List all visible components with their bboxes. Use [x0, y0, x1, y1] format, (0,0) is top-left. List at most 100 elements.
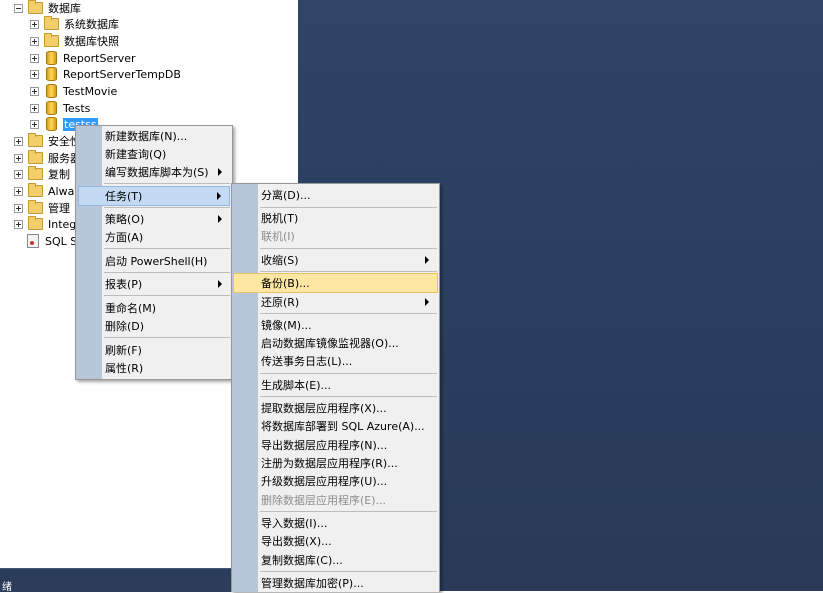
tree-node-integration-services[interactable]: Integr	[14, 216, 81, 232]
menu-item-register-data-tier-application[interactable]: 注册为数据层应用程序(R)...	[234, 454, 437, 472]
menu-item-label: 复制数据库(C)...	[261, 554, 343, 567]
tree-node-server-objects[interactable]: 服务器	[14, 150, 81, 166]
menu-item-label: 新建数据库(N)...	[105, 130, 188, 143]
menu-item-properties[interactable]: 属性(R)	[78, 359, 230, 377]
menu-item-extract-data-tier-application[interactable]: 提取数据层应用程序(X)...	[234, 399, 437, 417]
menu-item-label: 任务(T)	[105, 190, 143, 203]
menu-item-label: 将数据库部署到 SQL Azure(A)...	[261, 420, 425, 433]
menu-item-take-offline[interactable]: 脱机(T)	[234, 209, 437, 227]
menu-item-label: 备份(B)...	[261, 277, 310, 290]
menu-item-label: 导入数据(I)...	[261, 517, 328, 530]
menu-item-new-database[interactable]: 新建数据库(N)...	[78, 127, 230, 145]
menu-separator	[104, 248, 230, 249]
menu-separator	[260, 396, 437, 397]
menu-item-manage-database-encryption[interactable]: 管理数据库加密(P)...	[234, 574, 437, 592]
menu-item-label: 脱机(T)	[261, 212, 299, 225]
menu-item-label: 传送事务日志(L)...	[261, 355, 353, 368]
expand-icon[interactable]	[14, 153, 23, 163]
tree-node-reportservertempdb[interactable]: ReportServerTempDB	[30, 66, 181, 82]
expand-icon[interactable]	[30, 53, 39, 63]
menu-separator	[260, 313, 437, 314]
folder-icon	[28, 216, 43, 230]
collapse-icon[interactable]	[14, 3, 23, 13]
menu-item-label: 方面(A)	[105, 231, 144, 244]
menu-item-shrink[interactable]: 收缩(S)	[234, 251, 437, 269]
menu-item-new-query[interactable]: 新建查询(Q)	[78, 145, 230, 163]
menu-item-generate-scripts[interactable]: 生成脚本(E)...	[234, 376, 437, 394]
menu-item-upgrade-data-tier-application[interactable]: 升级数据层应用程序(U)...	[234, 472, 437, 490]
menu-item-label: 镜像(M)...	[261, 319, 312, 332]
menu-item-label: 删除(D)	[105, 320, 145, 333]
menu-item-label: 注册为数据层应用程序(R)...	[261, 457, 398, 470]
folder-icon	[44, 16, 59, 30]
menu-item-import-data[interactable]: 导入数据(I)...	[234, 514, 437, 532]
menu-item-export-data-tier-application[interactable]: 导出数据层应用程序(N)...	[234, 436, 437, 454]
menu-item-start-powershell[interactable]: 启动 PowerShell(H)	[78, 252, 230, 270]
menu-item-policies[interactable]: 策略(O)	[78, 210, 230, 228]
menu-item-rename[interactable]: 重命名(M)	[78, 299, 230, 317]
tree-node-testmovie[interactable]: TestMovie	[30, 83, 117, 99]
menu-item-label: 管理数据库加密(P)...	[261, 577, 364, 590]
menu-item-export-data[interactable]: 导出数据(X)...	[234, 532, 437, 550]
menu-item-restore[interactable]: 还原(R)	[234, 293, 437, 311]
expand-icon[interactable]	[14, 219, 23, 229]
expand-icon[interactable]	[30, 119, 39, 129]
menu-item-detach[interactable]: 分离(D)...	[234, 186, 437, 204]
menu-item-label: 导出数据(X)...	[261, 535, 332, 548]
tasks-submenu: 分离(D)... 脱机(T) 联机(I) 收缩(S) 备份(B)... 还原(R…	[231, 183, 440, 592]
menu-item-deploy-to-sql-azure[interactable]: 将数据库部署到 SQL Azure(A)...	[234, 417, 437, 435]
expand-icon[interactable]	[30, 69, 39, 79]
menu-separator	[260, 511, 437, 512]
menu-item-ship-transaction-logs[interactable]: 传送事务日志(L)...	[234, 352, 437, 370]
menu-item-mirror[interactable]: 镜像(M)...	[234, 316, 437, 334]
tree-label: Tests	[63, 101, 91, 115]
tree-node-replication[interactable]: 复制	[14, 166, 70, 182]
expand-icon[interactable]	[14, 169, 23, 179]
menu-item-label: 生成脚本(E)...	[261, 379, 332, 392]
tree-node-tests[interactable]: Tests	[30, 100, 90, 116]
menu-item-refresh[interactable]: 刷新(F)	[78, 341, 230, 359]
menu-separator	[260, 373, 437, 374]
database-icon	[46, 84, 57, 98]
menu-item-facets[interactable]: 方面(A)	[78, 228, 230, 246]
tree-node-reportserver[interactable]: ReportServer	[30, 50, 136, 66]
tree-node-management[interactable]: 管理	[14, 200, 70, 216]
tree-node-databases[interactable]: 数据库	[14, 0, 81, 16]
submenu-arrow-icon	[218, 168, 222, 176]
menu-item-label: 分离(D)...	[261, 189, 311, 202]
menu-separator	[104, 272, 230, 273]
menu-item-delete[interactable]: 删除(D)	[78, 317, 230, 335]
folder-icon	[28, 183, 43, 197]
menu-item-label: 重命名(M)	[105, 302, 157, 315]
database-icon	[46, 51, 57, 65]
expand-icon[interactable]	[14, 203, 23, 213]
menu-separator	[260, 248, 437, 249]
menu-item-reports[interactable]: 报表(P)	[78, 275, 230, 293]
menu-item-label: 导出数据层应用程序(N)...	[261, 439, 388, 452]
folder-icon	[28, 133, 43, 147]
tree-label: ReportServerTempDB	[63, 67, 181, 81]
expand-icon[interactable]	[30, 103, 39, 113]
expand-icon[interactable]	[30, 36, 39, 46]
tree-node-system-databases[interactable]: 系统数据库	[30, 16, 119, 32]
menu-item-label: 删除数据层应用程序(E)...	[261, 494, 387, 507]
tree-label: TestMovie	[63, 84, 118, 98]
expand-icon[interactable]	[14, 136, 23, 146]
sql-agent-icon	[27, 234, 39, 248]
menu-item-label: 启动数据库镜像监视器(O)...	[261, 337, 399, 350]
tree-node-security[interactable]: 安全性	[14, 133, 81, 149]
tree-label: 管理	[48, 202, 70, 215]
menu-item-tasks[interactable]: 任务(T)	[78, 186, 230, 206]
menu-item-label: 提取数据层应用程序(X)...	[261, 402, 387, 415]
menu-item-label: 升级数据层应用程序(U)...	[261, 475, 388, 488]
tree-node-database-snapshots[interactable]: 数据库快照	[30, 33, 119, 49]
expand-icon[interactable]	[30, 19, 39, 29]
menu-item-copy-database[interactable]: 复制数据库(C)...	[234, 551, 437, 569]
expand-icon[interactable]	[30, 86, 39, 96]
menu-item-backup[interactable]: 备份(B)...	[233, 273, 438, 293]
expand-icon[interactable]	[14, 186, 23, 196]
folder-icon	[28, 0, 43, 14]
menu-item-script-database[interactable]: 编写数据库脚本为(S)	[78, 163, 230, 181]
menu-item-launch-mirroring-monitor[interactable]: 启动数据库镜像监视器(O)...	[234, 334, 437, 352]
menu-item-delete-data-tier-application: 删除数据层应用程序(E)...	[234, 491, 437, 509]
